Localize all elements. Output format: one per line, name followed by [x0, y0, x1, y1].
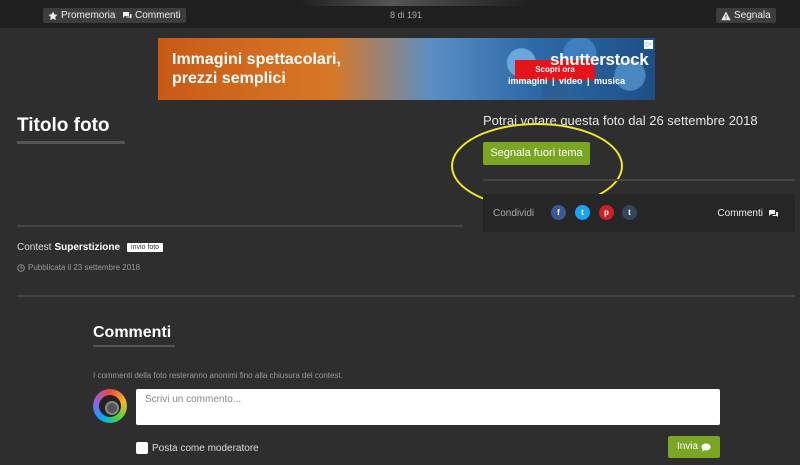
ad-headline: Immagini spettacolari, prezzi semplici [172, 50, 362, 88]
comments-note: I commenti della foto resteranno anonimi… [93, 371, 343, 380]
contest-info: Contest Superstizione invio foto [17, 242, 164, 253]
contest-name[interactable]: Superstizione [54, 242, 120, 253]
ad-headline-line-2: prezzi semplici [172, 70, 286, 87]
warning-icon [721, 11, 731, 20]
ad-info-icon[interactable]: ▷ [644, 40, 653, 49]
share-comments-label: Commenti [717, 208, 763, 219]
facebook-icon[interactable]: f [551, 205, 566, 220]
share-label: Condividi [493, 208, 535, 219]
reminder-label: Promemoria [61, 10, 116, 21]
avatar [93, 389, 127, 423]
comment-input[interactable] [136, 389, 720, 425]
pinterest-icon[interactable]: p [599, 205, 614, 220]
moderator-label: Posta come moderatore [152, 443, 259, 454]
star-icon [48, 11, 58, 20]
comments-top-label: Commenti [135, 10, 181, 21]
tumblr-icon[interactable]: t [622, 205, 637, 220]
report-top-label: Segnala [734, 10, 771, 21]
ad-brand-logo: shutterstock [550, 50, 649, 69]
contest-tag: invio foto [127, 243, 164, 252]
send-button[interactable]: Invia [668, 436, 720, 458]
moderator-checkbox[interactable] [136, 442, 148, 454]
share-bar: Condividi f t p t Commenti [483, 194, 795, 232]
title-underline [17, 141, 125, 144]
clock-icon [17, 263, 25, 272]
left-divider [17, 225, 463, 227]
comments-title: Commenti [93, 324, 172, 341]
reminder-button[interactable]: Promemoria [43, 8, 121, 23]
section-divider [17, 295, 795, 297]
top-image-strip [300, 0, 530, 6]
comments-icon [123, 11, 132, 18]
comments-top-button[interactable]: Commenti [117, 8, 186, 23]
twitter-icon[interactable]: t [575, 205, 590, 220]
ad-subtitle: immagini | video | musica [508, 76, 626, 86]
right-divider [483, 179, 795, 181]
report-top-button[interactable]: Segnala [716, 8, 776, 23]
comments-icon [769, 209, 778, 217]
send-label: Invia [676, 441, 699, 452]
page-title: Titolo foto [17, 115, 110, 136]
contest-prefix: Contest [17, 242, 52, 253]
share-comments-link[interactable]: Commenti [717, 208, 779, 219]
ad-banner[interactable]: Immagini spettacolari, prezzi semplici S… [158, 38, 655, 100]
published-text: Pubblicata il 23 settembre 2018 [28, 263, 141, 272]
ad-headline-line-1: Immagini spettacolari, [172, 51, 341, 68]
comment-icon [701, 443, 711, 451]
comments-title-underline [93, 345, 175, 347]
published-date: Pubblicata il 23 settembre 2018 [17, 263, 140, 272]
top-bar: Promemoria Commenti 8 di 191 Segnala [0, 0, 800, 28]
camera-lens-icon [99, 395, 121, 417]
photo-counter: 8 di 191 [390, 10, 423, 20]
